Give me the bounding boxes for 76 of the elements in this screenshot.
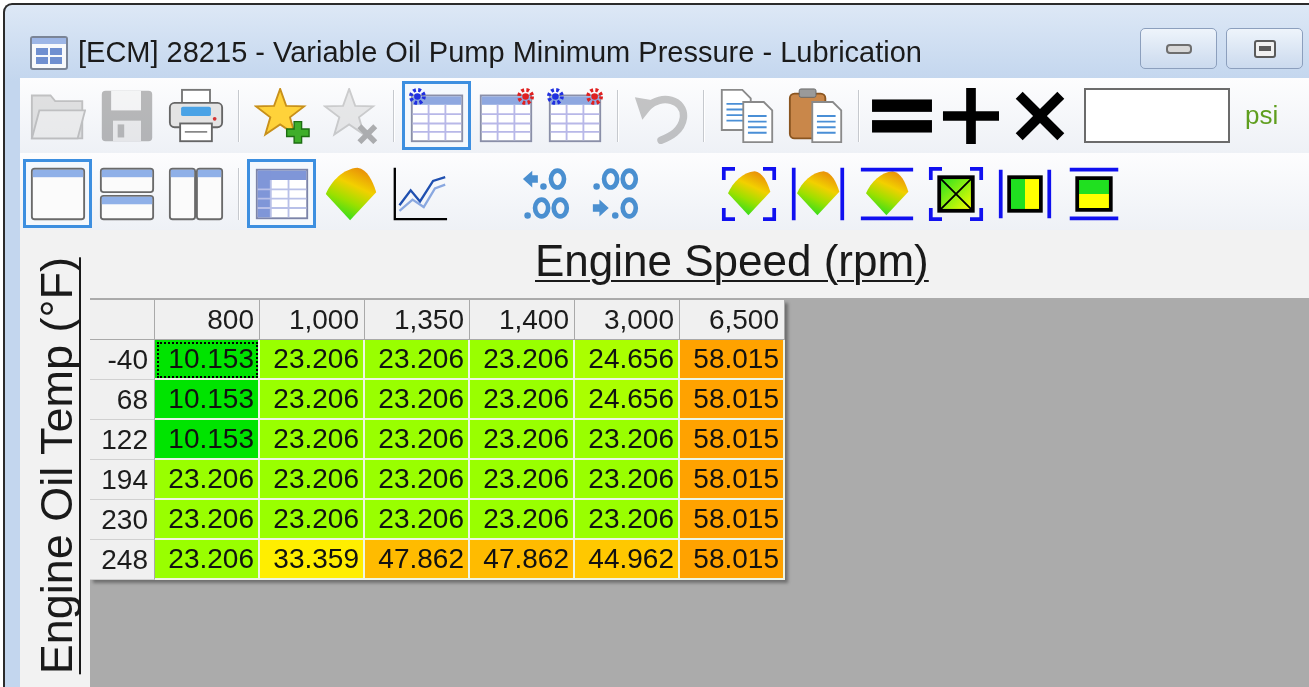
minimize-icon <box>1165 43 1192 54</box>
table-gear-icon <box>408 87 465 144</box>
star-plus-icon <box>253 87 310 144</box>
plus-icon <box>941 86 1000 145</box>
star-x-icon <box>322 87 379 144</box>
restore-button[interactable] <box>1226 28 1303 69</box>
table-gear-icon <box>477 87 534 144</box>
table-cell[interactable]: 58.015 <box>680 460 785 500</box>
table-cell[interactable]: 23.206 <box>260 500 365 540</box>
row-header: 68 <box>90 380 155 420</box>
table-cell[interactable]: 23.206 <box>470 460 575 500</box>
axis-label: Engine Oil Temp (°F) <box>35 257 81 675</box>
single-pane-icon <box>29 165 86 222</box>
table-cell[interactable]: 58.015 <box>680 540 785 580</box>
multiply-icon <box>1013 89 1066 142</box>
side-by-side-panes-icon <box>167 165 224 222</box>
table-cell[interactable]: 47.862 <box>365 540 470 580</box>
table-cell[interactable]: 23.206 <box>470 500 575 540</box>
table-cell[interactable]: 24.656 <box>575 380 680 420</box>
table-cell[interactable]: 58.015 <box>680 380 785 420</box>
table-cell[interactable]: 58.015 <box>680 340 785 380</box>
table-cell[interactable]: 23.206 <box>470 380 575 420</box>
row-header: 122 <box>90 420 155 460</box>
unit-label: psi <box>1245 100 1279 131</box>
table-cell[interactable]: 23.206 <box>260 460 365 500</box>
column-header: 1,400 <box>470 300 575 340</box>
window-title: [ECM] 28215 - Variable Oil Pump Minimum Pressure - Lubrication <box>78 36 922 69</box>
table-cell[interactable]: 44.962 <box>575 540 680 580</box>
surface-top-bottom-bars-icon <box>858 165 915 222</box>
table-cell[interactable]: 33.359 <box>260 540 365 580</box>
table-cell[interactable]: 23.206 <box>365 380 470 420</box>
table-cell[interactable]: 23.206 <box>575 460 680 500</box>
window-icon <box>30 35 68 70</box>
surface-corners-icon <box>720 165 777 222</box>
table-cell[interactable]: 10.153 <box>155 340 260 380</box>
table-cell[interactable]: 58.015 <box>680 500 785 540</box>
table-cell[interactable]: 23.206 <box>575 500 680 540</box>
column-header: 1,350 <box>365 300 470 340</box>
table-cell[interactable]: 23.206 <box>470 340 575 380</box>
table-cell[interactable]: 10.153 <box>155 380 260 420</box>
table-cell[interactable]: 23.206 <box>260 340 365 380</box>
copy-icon <box>718 87 775 144</box>
table-cell[interactable]: 23.206 <box>155 500 260 540</box>
table-cell[interactable]: 23.206 <box>260 420 365 460</box>
column-header: 800 <box>155 300 260 340</box>
table-cell[interactable]: 58.015 <box>680 420 785 460</box>
table-cell[interactable]: 47.862 <box>470 540 575 580</box>
stacked-panes-icon <box>98 165 155 222</box>
table-cell[interactable]: 23.206 <box>575 420 680 460</box>
row-header: 194 <box>90 460 155 500</box>
table-cell[interactable]: 23.206 <box>470 420 575 460</box>
crossed-square-icon <box>927 165 984 222</box>
surface-side-bars-icon <box>789 165 846 222</box>
table-cell[interactable]: 23.206 <box>365 420 470 460</box>
printer-icon <box>167 87 224 144</box>
table-cell[interactable]: 23.206 <box>155 540 260 580</box>
minimize-button[interactable] <box>1140 28 1217 69</box>
row-header: 248 <box>90 540 155 580</box>
table-cell[interactable]: 10.153 <box>155 420 260 460</box>
table-cell[interactable]: 23.206 <box>365 500 470 540</box>
row-header: -40 <box>90 340 155 380</box>
table-cell[interactable]: 23.206 <box>365 340 470 380</box>
column-header: 3,000 <box>575 300 680 340</box>
line-chart-icon <box>391 165 448 222</box>
restore-icon <box>1253 39 1276 58</box>
row-header: 230 <box>90 500 155 540</box>
table-two-gears-icon <box>546 87 603 144</box>
axis-label: Engine Speed (rpm) <box>535 236 929 286</box>
clipboard-icon <box>787 87 844 144</box>
value-field[interactable] <box>1084 88 1230 143</box>
column-header: 6,500 <box>680 300 785 340</box>
table-cell[interactable]: 23.206 <box>155 460 260 500</box>
table-cell[interactable]: 24.656 <box>575 340 680 380</box>
table-cell[interactable]: 23.206 <box>260 380 365 420</box>
column-header: 1,000 <box>260 300 365 340</box>
table-cell[interactable]: 23.206 <box>365 460 470 500</box>
